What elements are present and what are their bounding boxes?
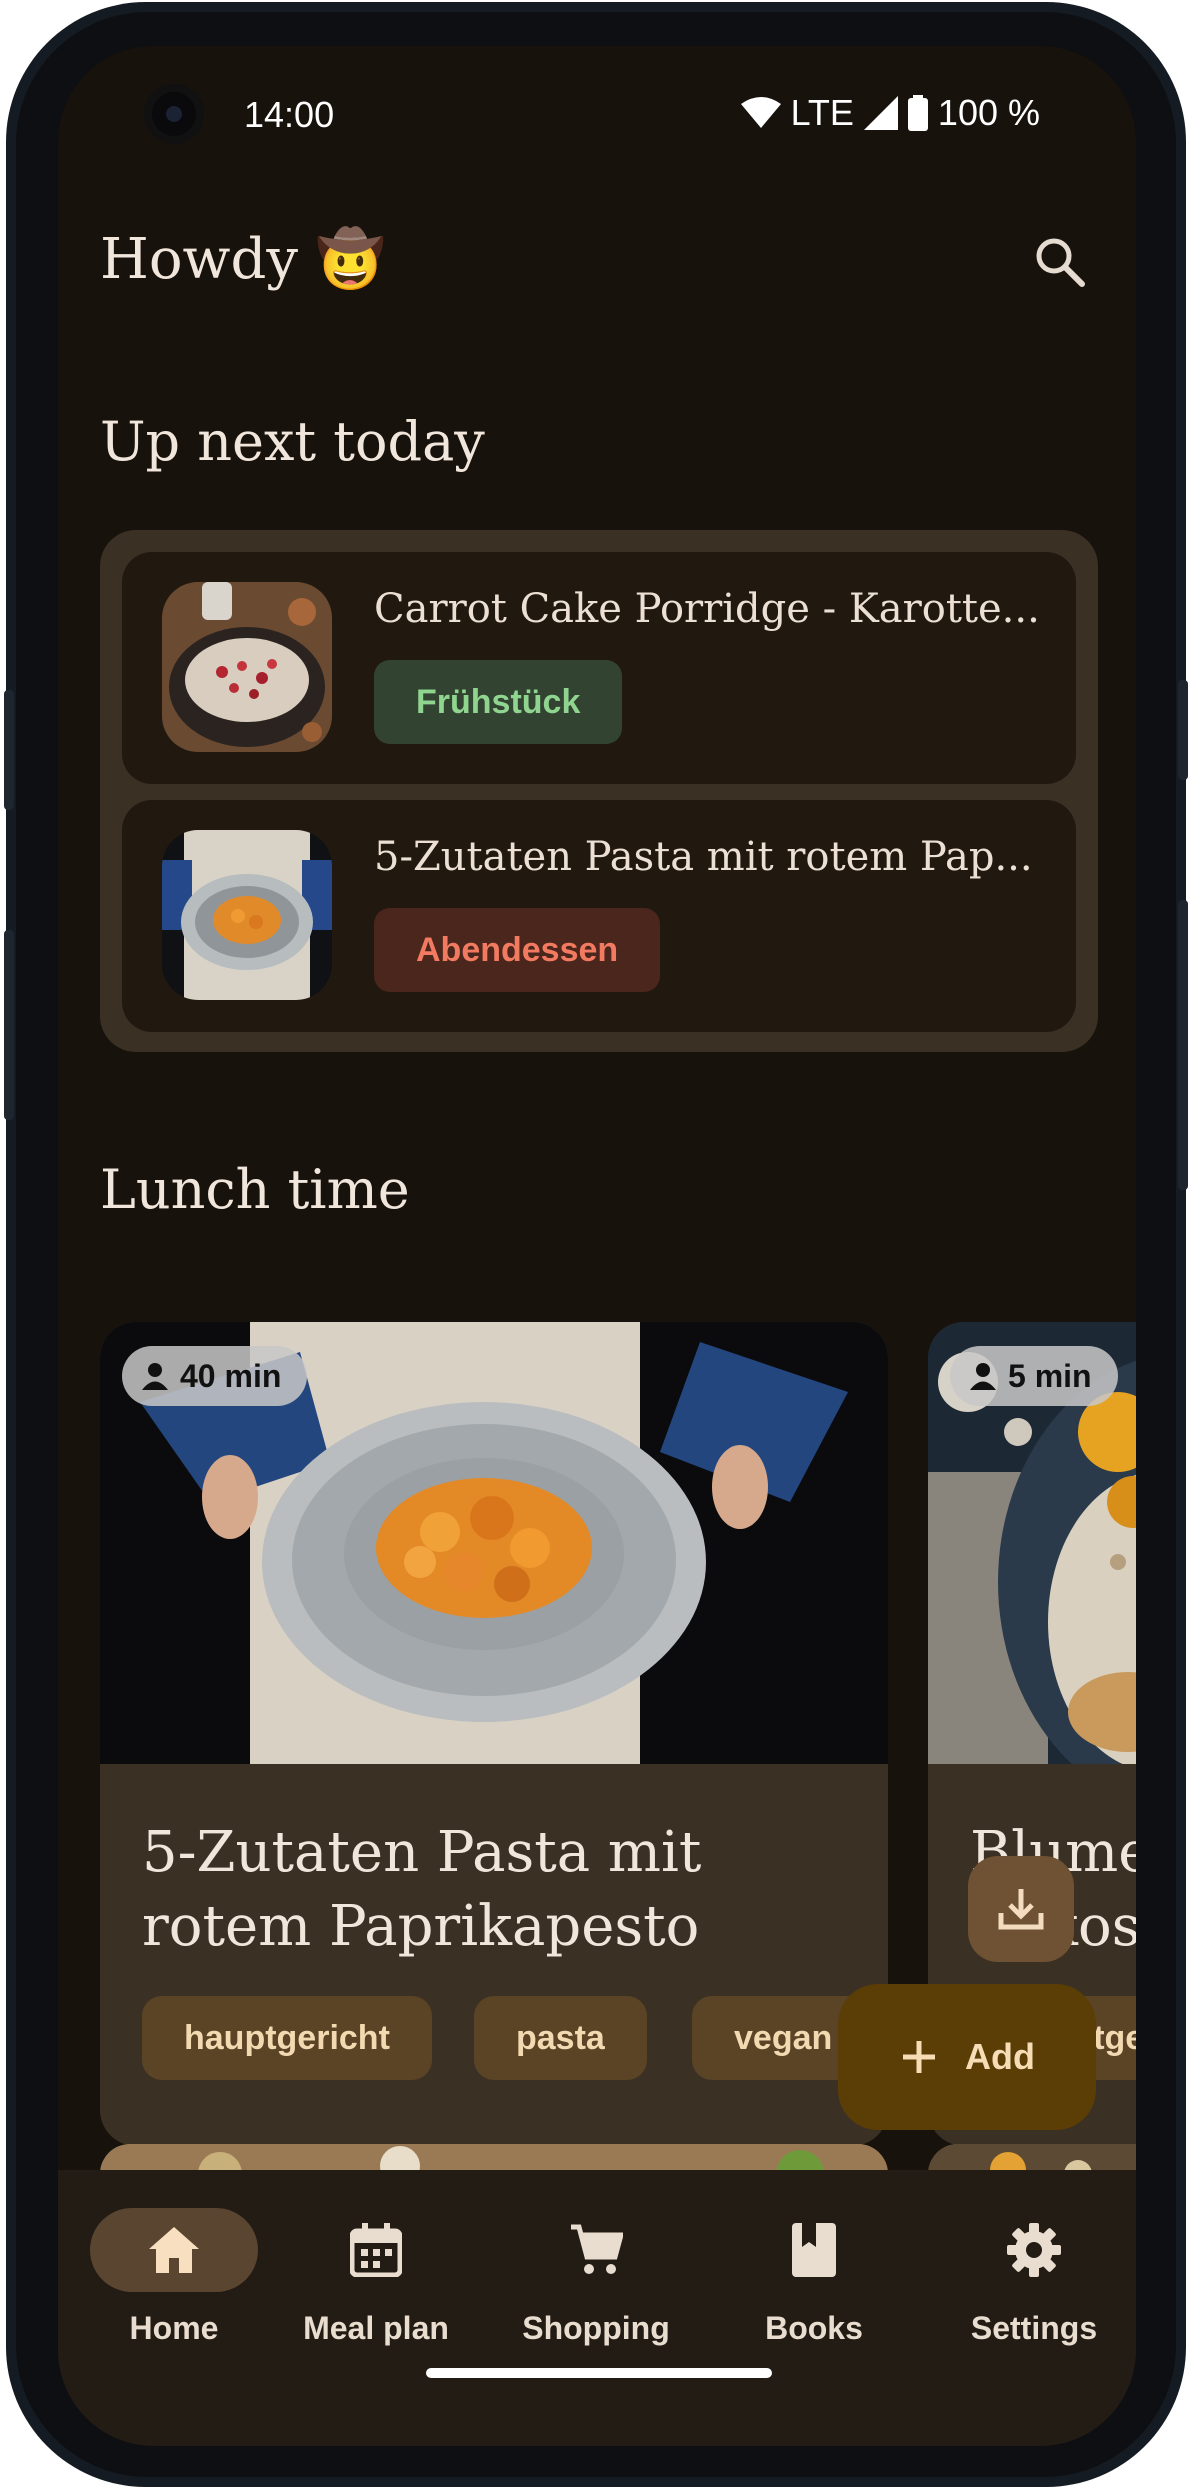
gesture-home-bar[interactable] <box>426 2368 772 2378</box>
nav-icon-wrap <box>950 2208 1118 2292</box>
recipe-thumbnail-pasta <box>162 830 332 1000</box>
side-button-left-2 <box>4 930 14 1120</box>
download-icon <box>998 1889 1044 1930</box>
front-camera <box>144 84 204 144</box>
cook-time-chip: 40 min <box>122 1346 308 1406</box>
recipe-image-pasta: 40 min <box>100 1322 888 1764</box>
up-next-item[interactable]: Carrot Cake Porridge - Karotte... Frühst… <box>122 552 1076 784</box>
recipe-card-title: 5-Zutaten Pasta mit rotem Paprikapesto <box>142 1820 702 1959</box>
nav-label: Shopping <box>522 2310 670 2346</box>
person-icon <box>970 1363 996 1390</box>
nav-item-meal-plan[interactable]: Meal plan <box>276 2208 476 2347</box>
status-time: 14:00 <box>244 94 335 135</box>
recipe-thumbnail-porridge <box>162 582 332 752</box>
cook-time: 40 min <box>180 1357 282 1394</box>
bottom-navigation: Home Meal plan Shopping Books Settings <box>58 2170 1136 2446</box>
nav-icon-wrap <box>730 2208 898 2292</box>
signal-icon <box>863 96 898 130</box>
recipe-image-cauliflower: 5 min <box>928 1322 1136 1764</box>
add-recipe-button[interactable]: Add <box>838 1984 1096 2130</box>
cook-time-chip: 5 min <box>950 1346 1118 1406</box>
up-next-item[interactable]: 5-Zutaten Pasta mit rotem Pap... Abendes… <box>122 800 1076 1032</box>
nav-label: Books <box>765 2310 863 2346</box>
plus-icon <box>903 2041 935 2073</box>
wifi-icon <box>740 97 781 128</box>
nav-label: Home <box>129 2310 219 2346</box>
up-next-title: Up next today <box>100 410 485 473</box>
nav-icon-wrap <box>512 2208 680 2292</box>
network-label: LTE <box>790 92 854 133</box>
nav-icon-wrap <box>292 2208 460 2292</box>
status-icons: LTE 100 % <box>740 92 1040 134</box>
nav-item-shopping[interactable]: Shopping <box>496 2208 696 2347</box>
home-icon <box>149 2227 199 2273</box>
greeting-title: Howdy 🤠 <box>100 227 386 292</box>
recipe-title: Carrot Cake Porridge - Karotte... <box>374 586 1040 632</box>
app-screen: 14:00 LTE 100 % Howdy 🤠 Up next today Ca… <box>58 46 1136 2446</box>
recipe-title: 5-Zutaten Pasta mit rotem Pap... <box>374 834 1033 880</box>
nav-active-indicator <box>90 2208 258 2292</box>
nav-item-books[interactable]: Books <box>714 2208 914 2347</box>
cart-icon <box>571 2224 623 2274</box>
nav-item-settings[interactable]: Settings <box>934 2208 1134 2347</box>
power-button <box>1178 680 1188 780</box>
person-icon <box>142 1363 168 1390</box>
recipe-card[interactable]: 40 min 5-Zutaten Pasta mit rotem Paprika… <box>100 1322 888 2146</box>
tag-chip[interactable]: hauptgericht <box>142 1996 432 2080</box>
cook-time: 5 min <box>1008 1357 1092 1394</box>
import-button[interactable] <box>968 1856 1074 1962</box>
lunch-section-title: Lunch time <box>100 1158 410 1221</box>
status-bar: 14:00 LTE 100 % <box>58 46 1136 178</box>
meal-badge-breakfast: Frühstück <box>374 660 623 744</box>
meal-badge-dinner: Abendessen <box>374 908 661 992</box>
volume-button <box>1178 900 1188 1190</box>
battery-icon <box>907 95 928 131</box>
book-icon <box>792 2223 836 2277</box>
search-icon[interactable] <box>1030 232 1090 292</box>
up-next-list: Carrot Cake Porridge - Karotte... Frühst… <box>100 530 1098 1052</box>
nav-label: Settings <box>970 2310 1098 2346</box>
nav-item-home[interactable]: Home <box>74 2208 274 2347</box>
nav-label: Meal plan <box>303 2310 449 2346</box>
add-button-label: Add <box>965 2036 1035 2077</box>
calendar-icon <box>350 2223 402 2277</box>
gear-icon <box>1007 2223 1061 2277</box>
battery-label: 100 % <box>937 92 1040 133</box>
side-button-left <box>4 690 14 810</box>
tag-chip[interactable]: pasta <box>474 1996 647 2080</box>
